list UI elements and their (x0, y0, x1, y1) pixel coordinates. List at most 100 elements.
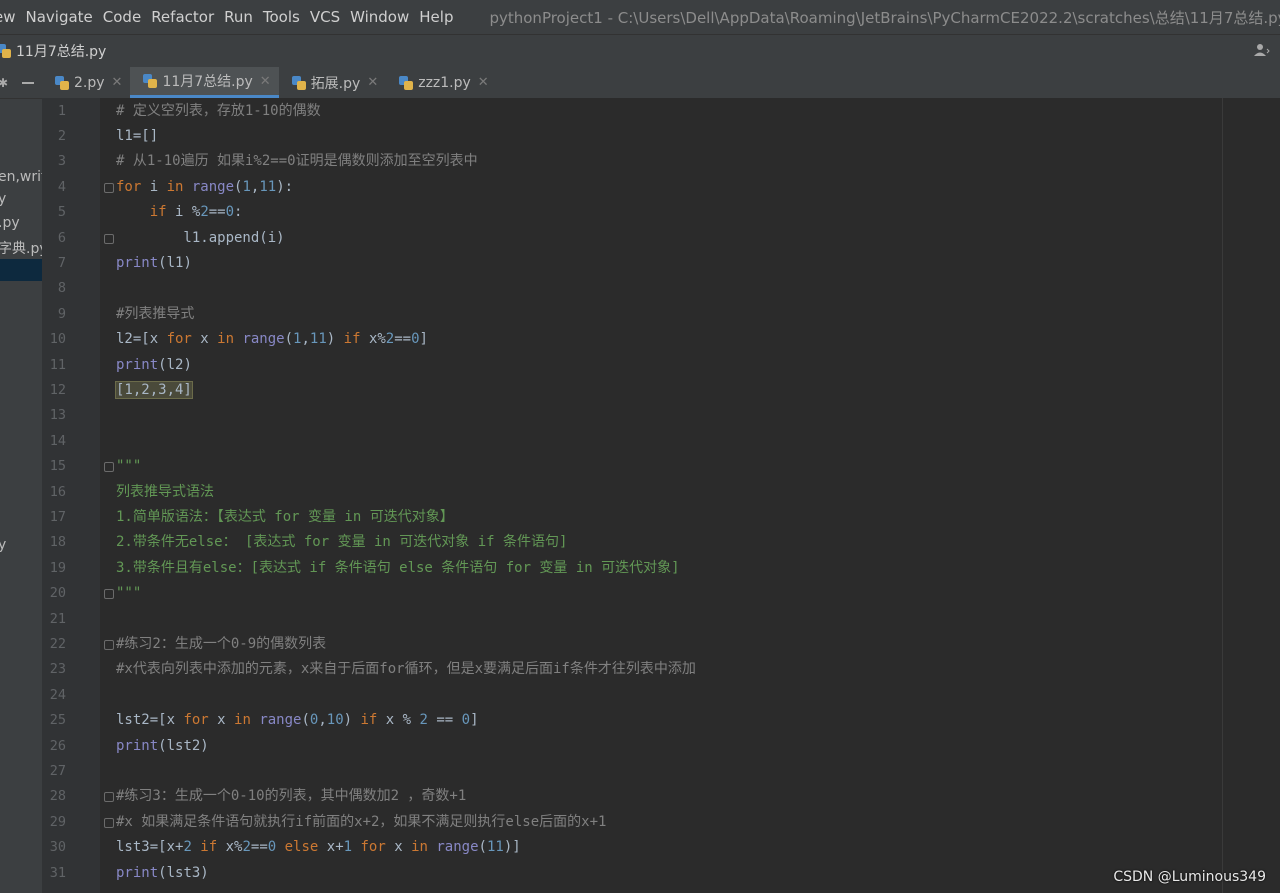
code-line[interactable]: for i in range(1,11): (100, 175, 1222, 200)
keyword-token: if (343, 331, 369, 348)
tab-2-py[interactable]: 2.py ✕ (42, 67, 130, 98)
code-line[interactable] (100, 276, 1222, 301)
menu-code[interactable]: Code (103, 8, 141, 26)
fold-marker-icon[interactable] (104, 639, 114, 650)
code-token: x+ (326, 839, 344, 856)
code-line[interactable]: lst3=[x+2 if x%2==0 else x+1 for x in ra… (100, 835, 1222, 860)
code-line[interactable]: l2=[x for x in range(1,11) if x%2==0] (100, 327, 1222, 352)
code-line[interactable]: # 定义空列表，存放1-10的偶数 (100, 99, 1222, 124)
builtin-token: print (116, 737, 159, 754)
collapse-icon[interactable] (22, 81, 35, 84)
keyword-token: in (411, 839, 437, 856)
number-token: 2 (183, 839, 201, 856)
code-text: #列表推导式 (116, 302, 194, 327)
line-number: 15 (49, 458, 66, 475)
code-line[interactable]: 列表推导式语法 (100, 480, 1222, 505)
line-number: 6 (57, 229, 66, 246)
menu-help[interactable]: Help (419, 8, 453, 26)
code-line[interactable] (100, 607, 1222, 632)
code-line[interactable]: print(lst3) (100, 861, 1222, 886)
tab-label: 拓展.py (310, 75, 361, 92)
error-stripe[interactable] (1222, 98, 1280, 893)
navigation-bar: 11月7总结.py (0, 34, 1280, 68)
code-line[interactable]: """ (100, 581, 1222, 606)
code-token: ): (276, 178, 294, 195)
breadcrumb-file[interactable]: 11月7总结.py (16, 41, 106, 61)
code-line[interactable]: if i %2==0: (100, 200, 1222, 225)
code-token: == (208, 204, 226, 221)
line-number: 12 (49, 381, 66, 398)
close-icon[interactable]: ✕ (112, 75, 123, 90)
code-line[interactable] (100, 759, 1222, 784)
code-token: (l1) (158, 254, 192, 271)
code-line[interactable]: [1,2,3,4] (100, 378, 1222, 403)
code-token: ( (301, 712, 310, 729)
fold-marker-icon[interactable] (104, 462, 114, 473)
code-token: x (394, 839, 412, 856)
code-line[interactable]: #x 如果满足条件语句就执行if前面的x+2，如果不满足则执行else后面的x+… (100, 810, 1222, 835)
user-icon[interactable] (1254, 43, 1270, 57)
tab-11yue7-zongjie[interactable]: 11月7总结.py ✕ (130, 67, 279, 98)
keyword-token: in (166, 178, 192, 195)
menu-vcs[interactable]: VCS (310, 8, 340, 26)
fold-marker-icon[interactable] (104, 792, 114, 803)
code-editor[interactable]: # 定义空列表，存放1-10的偶数 l1=[] # 从1-10遍历 如果i%2==0… (100, 98, 1222, 893)
menu-view[interactable]: ew (0, 8, 16, 26)
code-line[interactable]: lst2=[x for x in range(0,10) if x % 2 ==… (100, 708, 1222, 733)
settings-icon[interactable]: ✱ (0, 76, 8, 90)
keyword-token: for (360, 839, 395, 856)
menu-tools[interactable]: Tools (263, 8, 300, 26)
code-line[interactable]: 1.简单版语法：【表达式 for 变量 in 可迭代对象】 (100, 505, 1222, 530)
tab-label: 11月7总结.py (162, 74, 253, 90)
builtin-token: range (259, 712, 302, 729)
comment-token: # 从1-10遍历 如果i%2==0证明是偶数则添加至空列表中 (116, 153, 478, 170)
fold-marker-icon[interactable] (104, 589, 114, 600)
code-line[interactable]: 3.带条件且有else：[表达式 if 条件语句 else 条件语句 for 变… (100, 556, 1222, 581)
builtin-token: print (116, 864, 159, 881)
code-text: #x 如果满足条件语句就执行if前面的x+2，如果不满足则执行else后面的x+… (116, 810, 606, 835)
code-line[interactable] (100, 429, 1222, 454)
close-icon[interactable]: ✕ (478, 75, 489, 90)
builtin-token: print (116, 254, 159, 271)
fold-marker-icon[interactable] (104, 817, 114, 828)
window-title: pythonProject1 - C:\Users\Dell\AppData\R… (489, 8, 1280, 27)
keyword-token: for (166, 331, 201, 348)
fold-marker-icon[interactable] (104, 182, 114, 193)
tab-tuozhan[interactable]: 拓展.py ✕ (279, 67, 387, 98)
code-line[interactable] (100, 403, 1222, 428)
code-text: lst2=[x for x in range(0,10) if x % 2 ==… (116, 708, 479, 733)
code-line[interactable]: 2.带条件无else： [表达式 for 变量 in 可迭代对象 if 条件语句… (100, 530, 1222, 555)
fold-marker-icon[interactable] (104, 233, 114, 244)
docstring-token: 列表推导式语法 (116, 483, 214, 500)
code-line[interactable]: print(l1) (100, 251, 1222, 276)
number-token: 0 (411, 331, 420, 348)
code-line[interactable]: #列表推导式 (100, 302, 1222, 327)
line-number: 9 (57, 305, 66, 322)
breadcrumb[interactable]: 11月7总结.py (0, 41, 106, 61)
code-line[interactable]: l1.append(i) (100, 226, 1222, 251)
code-line[interactable]: """ (100, 454, 1222, 479)
line-number: 31 (49, 864, 66, 881)
close-icon[interactable]: ✕ (260, 74, 271, 89)
tab-zzz1[interactable]: zzz1.py ✕ (386, 67, 496, 98)
close-icon[interactable]: ✕ (367, 75, 378, 90)
code-line[interactable]: #x代表向列表中添加的元素，x来自于后面for循环，但是x要满足后面if条件才往… (100, 657, 1222, 682)
menu-run[interactable]: Run (224, 8, 253, 26)
code-line[interactable] (100, 683, 1222, 708)
menu-window[interactable]: Window (350, 8, 409, 26)
code-line[interactable]: print(lst2) (100, 734, 1222, 759)
code-token: x (217, 712, 235, 729)
menu-navigate[interactable]: Navigate (26, 8, 93, 26)
code-line[interactable]: print(l2) (100, 353, 1222, 378)
code-token: x (200, 331, 218, 348)
menu-refactor[interactable]: Refactor (151, 8, 214, 26)
code-line[interactable]: #练习3：生成一个0-10的列表，其中偶数加2 ，奇数+1 (100, 784, 1222, 809)
code-token: x % (385, 712, 420, 729)
code-line[interactable]: l1=[] (100, 124, 1222, 149)
number-token: 1 (343, 839, 361, 856)
code-line[interactable]: #练习2：生成一个0-9的偶数列表 (100, 632, 1222, 657)
code-line[interactable]: # 从1-10遍历 如果i%2==0证明是偶数则添加至空列表中 (100, 149, 1222, 174)
comment-token: #练习2：生成一个0-9的偶数列表 (116, 635, 327, 652)
comment-token: #列表推导式 (116, 305, 195, 322)
